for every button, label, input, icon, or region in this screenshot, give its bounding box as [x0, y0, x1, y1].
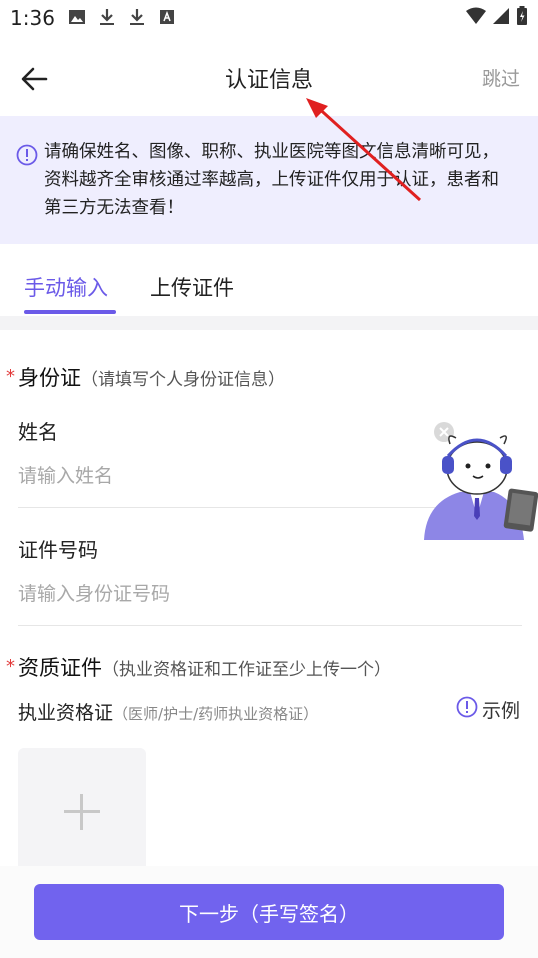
- skip-button[interactable]: 跳过: [482, 64, 520, 91]
- app-a-icon: [158, 8, 176, 26]
- name-label: 姓名: [18, 420, 58, 444]
- qual-section-title: 资质证件（执业资格证和工作证至少上传一个）: [18, 652, 391, 682]
- support-mascot-widget[interactable]: [420, 420, 538, 540]
- next-step-button[interactable]: 下一步（手写签名）: [34, 884, 504, 940]
- cert-label-text: 执业资格证: [18, 702, 114, 724]
- wifi-icon: [466, 7, 486, 29]
- status-bar: 1:36: [0, 0, 538, 36]
- page-title: 认证信息: [224, 68, 313, 93]
- download-icon: [98, 8, 116, 26]
- required-mark: *: [6, 656, 15, 677]
- annotation-arrow: [300, 94, 430, 204]
- image-icon: [68, 8, 86, 26]
- tab-bar: 手动输入 上传证件: [0, 244, 538, 316]
- tab-manual-input[interactable]: 手动输入: [24, 272, 108, 302]
- id-number-input[interactable]: [18, 580, 518, 608]
- example-link[interactable]: 示例: [456, 696, 520, 723]
- divider: [18, 625, 522, 626]
- id-section-heading: 身份证: [18, 366, 81, 390]
- id-section-subtitle: （请填写个人身份证信息）: [81, 370, 285, 390]
- plus-icon-stem: [80, 794, 83, 830]
- section-divider: [0, 316, 538, 330]
- tab-active-indicator: [24, 310, 116, 314]
- download-icon: [128, 8, 146, 26]
- qual-section-subtitle: （执业资格证和工作证至少上传一个）: [102, 660, 391, 680]
- upload-cert-button[interactable]: [18, 748, 146, 876]
- example-label: 示例: [481, 700, 520, 722]
- id-section-title: 身份证（请填写个人身份证信息）: [18, 362, 285, 392]
- id-number-label: 证件号码: [18, 538, 98, 562]
- qual-section-heading: 资质证件: [18, 656, 102, 680]
- battery-icon: [516, 6, 528, 30]
- cert-hint: （医师/护士/药师执业资格证）: [113, 705, 319, 723]
- cert-label: 执业资格证（医师/护士/药师执业资格证）: [18, 698, 318, 725]
- notice-banner: 请确保姓名、图像、职称、执业医院等图文信息清晰可见，资料越齐全审核通过率越高，上…: [0, 116, 538, 244]
- notice-text: 请确保姓名、图像、职称、执业医院等图文信息清晰可见，资料越齐全审核通过率越高，上…: [44, 142, 499, 218]
- top-app-bar: 认证信息 跳过: [0, 40, 538, 114]
- system-icons: [466, 6, 528, 30]
- status-time: 1:36: [10, 6, 55, 30]
- notification-icons: [68, 8, 176, 26]
- info-icon: [456, 696, 478, 723]
- required-mark: *: [6, 366, 15, 387]
- signal-icon: [492, 7, 510, 29]
- tab-upload-document[interactable]: 上传证件: [150, 272, 234, 302]
- info-icon: [16, 144, 38, 166]
